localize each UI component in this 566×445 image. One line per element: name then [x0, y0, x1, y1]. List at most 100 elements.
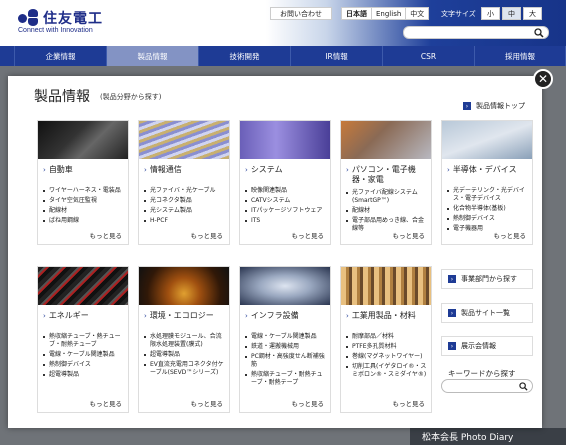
- arrow-right-icon: ›: [448, 342, 456, 350]
- list-item[interactable]: 熱収縮チューブ・耐熱チューブ・耐熱テープ: [245, 371, 326, 387]
- list-item[interactable]: 映像関連製品: [245, 187, 326, 195]
- nav-ir[interactable]: IR情報: [290, 46, 382, 66]
- lang-japanese[interactable]: 日本語: [342, 8, 372, 19]
- more-link[interactable]: もっと見る: [393, 398, 426, 408]
- search-icon[interactable]: [519, 382, 528, 391]
- list-item[interactable]: 巻線(マグネットワイヤー): [346, 353, 427, 361]
- chevron-right-icon: ›: [43, 312, 46, 320]
- logo-tagline: Connect with Innovation: [18, 27, 93, 34]
- chevron-right-icon: ›: [245, 312, 248, 320]
- list-item[interactable]: PTFE多孔質材料: [346, 343, 427, 351]
- language-selector: 日本語 English 中文: [341, 7, 430, 20]
- lang-chinese[interactable]: 中文: [406, 8, 428, 19]
- product-sites-button[interactable]: › 製品サイト一覧: [441, 303, 533, 323]
- category-card-systems[interactable]: › システム 映像関連製品 CATVシステム ITパッケージソフトウェア ITS …: [239, 120, 331, 245]
- font-size-medium[interactable]: 中: [502, 7, 521, 20]
- nav-technology[interactable]: 技術開発: [198, 46, 290, 66]
- category-card-industrial[interactable]: › 工業用製品・材料 耐摩部品／材料 PTFE多孔質材料 巻線(マグネットワイヤー…: [340, 266, 432, 413]
- more-link[interactable]: もっと見る: [292, 398, 325, 408]
- list-item[interactable]: ITS: [245, 217, 326, 225]
- list-item[interactable]: タイヤ空気圧監視: [43, 197, 124, 205]
- list-item[interactable]: 光ファイバ配線システム(SmartGP™): [346, 189, 427, 205]
- list-item[interactable]: 超電導製品: [144, 351, 225, 359]
- category-card-infrastructure[interactable]: › インフラ設備 電線・ケーブル関連製品 鉄道・運搬機械用 PC鋼材・高強度せん断…: [239, 266, 331, 413]
- list-item[interactable]: 熱制御デバイス: [447, 215, 528, 223]
- list-item[interactable]: 光デーテリンク・光デバイス・電子デバイス: [447, 187, 528, 203]
- list-item[interactable]: 電線・ケーブル関連製品: [43, 351, 124, 359]
- list-item[interactable]: 光ファイバ・光ケーブル: [144, 187, 225, 195]
- semiconductor-image: [442, 121, 532, 159]
- list-item[interactable]: CATVシステム: [245, 197, 326, 205]
- exhibitions-button[interactable]: › 展示会情報: [441, 336, 533, 356]
- global-nav: 企業情報 製品情報 技術開発 IR情報 CSR 採用情報: [0, 46, 566, 66]
- list-item[interactable]: ワイヤーハーネス・電装品: [43, 187, 124, 195]
- nav-csr[interactable]: CSR: [382, 46, 474, 66]
- panel-title: 製品情報: [34, 89, 90, 105]
- list-item[interactable]: 光システム製品: [144, 207, 225, 215]
- nav-products[interactable]: 製品情報: [106, 46, 198, 66]
- more-link[interactable]: もっと見る: [90, 230, 123, 240]
- category-card-energy[interactable]: › エネルギー 熱収縮チューブ・熱チューブ・耐熱チューブ 電線・ケーブル関連製品 …: [37, 266, 129, 413]
- panel-subtitle: (製品分野から探す): [100, 93, 162, 101]
- contact-button[interactable]: お問い合わせ: [270, 7, 332, 20]
- category-card-electronics[interactable]: › パソコン・電子機器・家電 光ファイバ配線システム(SmartGP™) 配線材 …: [340, 120, 432, 245]
- side-button-label: 展示会情報: [461, 342, 496, 350]
- company-logo[interactable]: 住友電工: [18, 8, 103, 28]
- more-link[interactable]: もっと見る: [393, 230, 426, 240]
- list-item[interactable]: 光コネクタ製品: [144, 197, 225, 205]
- chevron-right-icon: ›: [447, 166, 450, 174]
- list-item[interactable]: 切削工具(イゲタロイ®・スミボロン®・スミダイヤ®): [346, 363, 427, 379]
- search-input[interactable]: [409, 27, 534, 38]
- list-item[interactable]: 配線材: [43, 207, 124, 215]
- more-link[interactable]: もっと見る: [191, 230, 224, 240]
- energy-image: [38, 267, 128, 305]
- systems-image: [240, 121, 330, 159]
- category-card-automotive[interactable]: › 自動車 ワイヤーハーネス・電装品 タイヤ空気圧監視 配線材 ばね用鋼線 もっと…: [37, 120, 129, 245]
- arrow-right-icon: ›: [448, 309, 456, 317]
- nav-company[interactable]: 企業情報: [14, 46, 106, 66]
- site-search: [403, 26, 549, 39]
- card-title: 環境・エコロジー: [149, 311, 214, 320]
- category-card-environment[interactable]: › 環境・エコロジー 水処理膜モジュール、合流限水処理装置(膜式) 超電導製品 E…: [138, 266, 230, 413]
- list-item[interactable]: 熱制御デバイス: [43, 361, 124, 369]
- industrial-image: [341, 267, 431, 305]
- list-item[interactable]: 化合物半導体(基板): [447, 205, 528, 213]
- list-item[interactable]: ITパッケージソフトウェア: [245, 207, 326, 215]
- photo-diary-banner[interactable]: 松本会長 Photo Diary: [410, 428, 566, 445]
- close-icon[interactable]: ✕: [533, 69, 553, 89]
- list-item[interactable]: EV直流充電用コネクタ付ケーブル(SEVD™シリーズ): [144, 361, 225, 377]
- lang-english[interactable]: English: [372, 8, 407, 19]
- list-item[interactable]: 電線・ケーブル関連製品: [245, 333, 326, 341]
- list-item[interactable]: ばね用鋼線: [43, 217, 124, 225]
- list-item[interactable]: H-PCF: [144, 217, 225, 225]
- category-card-telecom[interactable]: › 情報通信 光ファイバ・光ケーブル 光コネクタ製品 光システム製品 H-PCF …: [138, 120, 230, 245]
- side-button-label: 事業部門から探す: [461, 275, 517, 283]
- more-link[interactable]: もっと見る: [191, 398, 224, 408]
- nav-recruit[interactable]: 採用情報: [474, 46, 566, 66]
- products-top-link[interactable]: › 製品情報トップ: [463, 101, 525, 111]
- more-link[interactable]: もっと見る: [494, 230, 527, 240]
- list-item[interactable]: 配線材: [346, 207, 427, 215]
- chevron-right-icon: ›: [346, 312, 349, 320]
- list-item[interactable]: 水処理膜モジュール、合流限水処理装置(膜式): [144, 333, 225, 349]
- list-item[interactable]: 鉄道・運搬機械用: [245, 343, 326, 351]
- card-title: エネルギー: [48, 311, 89, 320]
- category-card-semiconductor[interactable]: › 半導体・デバイス 光デーテリンク・光デバイス・電子デバイス 化合物半導体(基板…: [441, 120, 533, 245]
- telecom-image: [139, 121, 229, 159]
- chevron-right-icon: ›: [43, 166, 46, 174]
- list-item[interactable]: 超電導製品: [43, 371, 124, 379]
- keyword-search-label: キーワードから探す: [448, 369, 516, 378]
- more-link[interactable]: もっと見る: [90, 398, 123, 408]
- more-link[interactable]: もっと見る: [292, 230, 325, 240]
- keyword-search-input[interactable]: [447, 381, 517, 392]
- list-item[interactable]: 耐摩部品／材料: [346, 333, 427, 341]
- list-item[interactable]: PC鋼材・高強度せん断補強筋: [245, 353, 326, 369]
- card-title: システム: [250, 165, 283, 174]
- search-icon[interactable]: [534, 28, 544, 38]
- list-item[interactable]: 熱収縮チューブ・熱チューブ・耐熱チューブ: [43, 333, 124, 349]
- font-size-large[interactable]: 大: [523, 7, 542, 20]
- font-size-small[interactable]: 小: [481, 7, 500, 20]
- infrastructure-image: [240, 267, 330, 305]
- card-title: パソコン・電子機器・家電: [351, 165, 416, 184]
- search-by-division-button[interactable]: › 事業部門から探す: [441, 269, 533, 289]
